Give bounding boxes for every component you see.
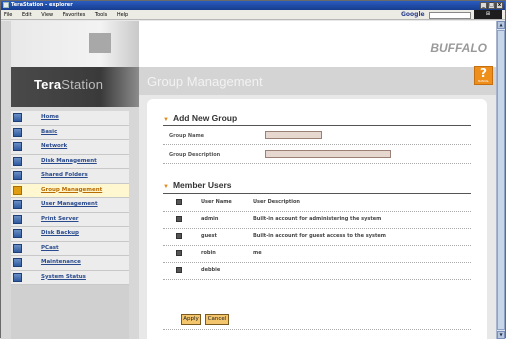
vertical-scrollbar[interactable]: ▲ ▼	[496, 21, 505, 339]
sidebar-nav: Home Basic Network Disk Management Share…	[11, 111, 129, 285]
windows-logo-icon: ⊞	[474, 10, 502, 19]
menu-bar: File Edit View Favorites Tools Help Goog…	[1, 10, 505, 20]
help-icon: ?	[480, 66, 487, 80]
menu-help[interactable]: Help	[113, 10, 132, 20]
user-name: guest	[201, 233, 217, 239]
section-arrow-icon: ▼	[163, 117, 169, 123]
google-toolbar: Google	[401, 11, 471, 19]
user-description: me	[253, 250, 262, 256]
member-checkbox[interactable]	[176, 216, 182, 222]
member-users-title: ▼ Member Users	[163, 180, 232, 190]
title-bar: TeraStation - explorer _ □ x	[1, 1, 505, 10]
sidebar-item-group-management[interactable]: Group Management	[11, 183, 129, 198]
close-button[interactable]: x	[496, 2, 503, 9]
maximize-button[interactable]: □	[488, 2, 495, 9]
user-description: Built-in account for guest access to the…	[253, 233, 386, 239]
status-icon	[13, 272, 22, 282]
user-name: debbie	[201, 267, 221, 273]
member-checkbox[interactable]	[176, 250, 182, 256]
scroll-thumb[interactable]	[497, 30, 505, 330]
menu-view[interactable]: View	[37, 10, 57, 20]
sidebar-item-disk-management[interactable]: Disk Management	[11, 154, 129, 169]
google-search-input[interactable]	[429, 11, 471, 19]
page-title: Group Management	[147, 74, 263, 89]
header-user-name: User Name	[201, 199, 232, 205]
apply-button[interactable]: Apply	[181, 314, 201, 325]
basic-icon	[13, 127, 22, 137]
member-table-header: User Name User Description	[163, 195, 467, 211]
form-panel: ▼ Add New Group Group Name Group Descript…	[147, 99, 487, 339]
terastation-logo: TeraStation	[34, 77, 104, 92]
member-checkbox[interactable]	[176, 233, 182, 239]
sidebar-item-basic[interactable]: Basic	[11, 125, 129, 140]
logo-area: TeraStation	[11, 21, 139, 107]
sidebar-item-maintenance[interactable]: Maintenance	[11, 256, 129, 271]
disk-icon	[13, 156, 22, 166]
menu-favorites[interactable]: Favorites	[59, 10, 90, 20]
window-title: TeraStation - explorer	[11, 2, 73, 8]
page-viewport: TeraStation Home Basic Network Disk Mana…	[1, 21, 497, 339]
google-logo[interactable]: Google	[401, 10, 429, 20]
manual-button[interactable]: ? MANUAL	[474, 66, 493, 85]
folder-icon	[13, 171, 22, 180]
group-name-label: Group Name	[169, 133, 205, 139]
group-name-input[interactable]	[265, 131, 322, 139]
sidebar-item-home[interactable]: Home	[11, 111, 129, 126]
pcast-icon	[13, 243, 22, 253]
user-name: admin	[201, 216, 219, 222]
backup-icon	[13, 229, 22, 238]
buffalo-logo: BUFFALO	[430, 41, 487, 55]
table-row: debbie	[163, 263, 467, 279]
minimize-button[interactable]: _	[480, 2, 487, 9]
sidebar-item-network[interactable]: Network	[11, 140, 129, 155]
sidebar-item-print-server[interactable]: Print Server	[11, 212, 129, 227]
user-icon	[13, 200, 22, 209]
scroll-up-arrow-icon[interactable]: ▲	[497, 21, 505, 29]
page-title-bar: Group Management	[139, 67, 497, 95]
table-row: guest Built-in account for guest access …	[163, 229, 467, 245]
menu-edit[interactable]: Edit	[18, 10, 36, 20]
printer-icon	[13, 214, 22, 224]
sidebar-item-pcast[interactable]: PCast	[11, 241, 129, 256]
section-arrow-icon: ▼	[163, 184, 169, 190]
sidebar-item-shared-folders[interactable]: Shared Folders	[11, 169, 129, 184]
menu-file[interactable]: File	[1, 10, 16, 20]
main-content: BUFFALO Group Management ? MANUAL ▼ Add N…	[139, 21, 497, 339]
user-description: Built-in account for administering the s…	[253, 216, 382, 222]
maintenance-icon	[13, 258, 22, 267]
add-group-title: ▼ Add New Group	[163, 113, 238, 123]
window-controls: _ □ x	[480, 2, 503, 9]
sidebar-item-system-status[interactable]: System Status	[11, 270, 129, 285]
app-icon	[3, 2, 9, 8]
menu-tools[interactable]: Tools	[91, 10, 111, 20]
select-all-checkbox[interactable]	[176, 199, 182, 205]
member-checkbox[interactable]	[176, 267, 182, 273]
network-icon	[13, 142, 22, 151]
table-row: robin me	[163, 246, 467, 262]
sidebar: TeraStation Home Basic Network Disk Mana…	[1, 21, 139, 339]
table-row: admin Built-in account for administering…	[163, 212, 467, 228]
group-description-label: Group Description	[169, 152, 221, 158]
group-icon	[13, 185, 22, 195]
sidebar-item-disk-backup[interactable]: Disk Backup	[11, 227, 129, 242]
sidebar-item-user-management[interactable]: User Management	[11, 198, 129, 213]
browser-window: TeraStation - explorer _ □ x File Edit V…	[0, 0, 506, 339]
home-icon	[13, 113, 22, 122]
header-user-description: User Description	[253, 199, 300, 205]
group-description-input[interactable]	[265, 150, 391, 158]
user-name: robin	[201, 250, 216, 256]
cancel-button[interactable]: Cancel	[205, 314, 229, 325]
